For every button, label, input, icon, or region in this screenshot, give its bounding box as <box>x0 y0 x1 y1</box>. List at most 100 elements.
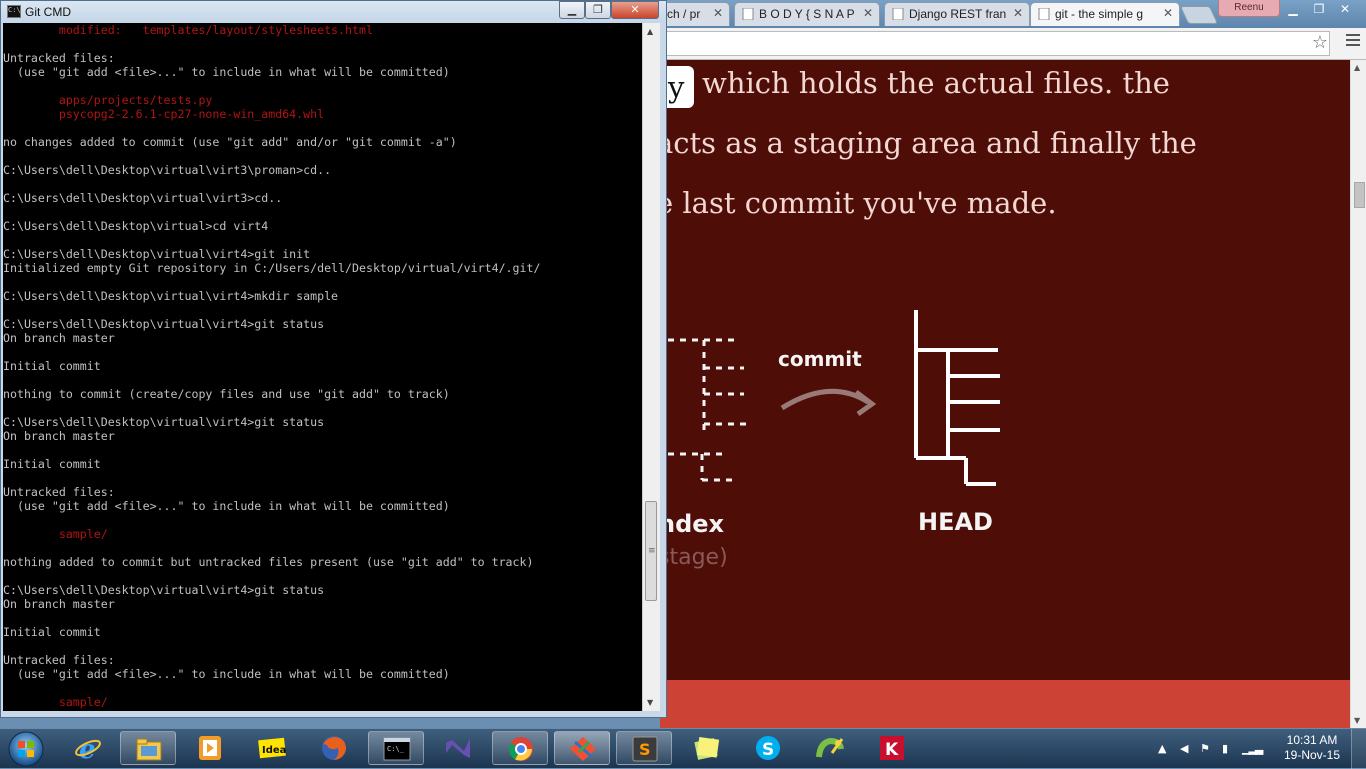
sticky-notes-icon <box>694 736 720 760</box>
tab-bodysnap[interactable]: B O D Y { S N A P ✕ <box>734 2 880 26</box>
console-output[interactable]: modified: templates/layout/stylesheets.h… <box>3 23 642 711</box>
maximize-button[interactable]: ❐ <box>585 1 611 19</box>
close-icon[interactable]: ✕ <box>1013 6 1023 20</box>
firefox-icon <box>322 736 346 760</box>
scroll-thumb[interactable]: ≡ <box>645 501 657 601</box>
taskbar-chrome[interactable] <box>492 731 548 765</box>
console-line: C:\Users\dell\Desktop\virtual\virt4>git … <box>3 415 325 429</box>
taskbar-git-gui[interactable] <box>554 731 610 765</box>
taskbar-firefox[interactable] <box>306 731 362 765</box>
idea-icon: Idea <box>258 737 286 759</box>
address-bar[interactable] <box>666 31 1330 56</box>
close-icon[interactable]: ✕ <box>1163 6 1173 20</box>
svg-text:e: e <box>79 735 96 761</box>
media-player-icon <box>199 736 221 760</box>
arrow-label: commit <box>778 347 862 371</box>
git-tree-diagram: commit ndex stage) HEAD <box>660 310 1000 570</box>
tab-git-simple-guide[interactable]: git - the simple g ✕ <box>1030 2 1180 26</box>
taskbar-python-idle[interactable] <box>802 731 858 765</box>
content-line-3: e last commit you've made. <box>660 186 1057 220</box>
maximize-button[interactable]: ❐ <box>1306 0 1332 18</box>
clock-date: 19-Nov-15 <box>1283 748 1341 762</box>
taskbar-sublime-text[interactable]: S <box>616 731 672 765</box>
console-line: (use "git add <file>..." to include in w… <box>3 499 450 513</box>
internet-explorer-icon: e <box>75 735 101 761</box>
system-tray: ▲ ◀ ⚑ ▮ ▁▂▃ 10:31 AM 19-Nov-15 <box>1150 729 1366 769</box>
console-line: Initial commit <box>3 359 101 373</box>
toolbar: ☆ <box>660 28 1366 60</box>
minimize-button[interactable]: ▁ <box>559 1 585 19</box>
page-icon <box>892 8 904 20</box>
power-icon[interactable]: ▮ <box>1222 742 1228 755</box>
taskbar-file-explorer[interactable] <box>120 731 176 765</box>
console-scrollbar[interactable]: ▲ ≡ ▼ <box>642 23 660 711</box>
scroll-thumb[interactable] <box>1354 182 1365 208</box>
console-line: C:\Users\dell\Desktop\virtual>cd virt4 <box>3 219 269 233</box>
console-line: nothing to commit (create/copy files and… <box>3 387 450 401</box>
scroll-down-icon[interactable]: ▼ <box>1354 716 1360 725</box>
taskbar-visual-studio[interactable] <box>430 731 486 765</box>
scroll-up-icon[interactable]: ▲ <box>647 27 653 36</box>
console-line: On branch master <box>3 331 115 345</box>
taskbar-command-prompt[interactable]: C:\_ <box>368 731 424 765</box>
clock[interactable]: 10:31 AM 19-Nov-15 <box>1276 733 1348 763</box>
taskbar-internet-explorer[interactable]: e <box>60 731 116 765</box>
head-label: HEAD <box>918 508 993 536</box>
taskbar-media-player[interactable] <box>182 731 238 765</box>
close-icon[interactable]: ✕ <box>863 6 873 20</box>
close-icon[interactable]: ✕ <box>713 6 723 20</box>
new-tab-button[interactable] <box>1179 6 1219 24</box>
window-title: Git CMD <box>25 5 71 19</box>
git-gui-icon <box>570 737 596 761</box>
console-line: C:\Users\dell\Desktop\virtual\virt4>git … <box>3 317 325 331</box>
title-bar[interactable]: C:\ Git CMD ▁ ❐ ✕ <box>1 1 666 23</box>
head-tree-graphic <box>914 310 1000 486</box>
network-signal-icon[interactable]: ▁▂▃ <box>1242 742 1263 755</box>
console-line: Initialized empty Git repository in C:/U… <box>3 261 541 275</box>
svg-text:S: S <box>762 740 774 760</box>
volume-icon[interactable]: ◀ <box>1180 742 1188 755</box>
console-line: (use "git add <file>..." to include in w… <box>3 65 450 79</box>
console-line: On branch master <box>3 597 115 611</box>
scroll-up-icon[interactable]: ▲ <box>1354 63 1360 72</box>
close-button[interactable]: ✕ <box>1332 0 1358 18</box>
profile-badge[interactable]: Reenu <box>1218 0 1280 17</box>
console-line: sample/ <box>3 527 108 541</box>
skype-icon: S <box>756 736 780 760</box>
bookmark-star-icon[interactable]: ☆ <box>1312 32 1328 53</box>
show-hidden-icons[interactable]: ▲ <box>1158 742 1166 755</box>
show-desktop-button[interactable] <box>1351 729 1366 769</box>
console-icon: C:\ <box>7 5 21 18</box>
svg-text:C:\_: C:\_ <box>387 745 405 753</box>
minimize-button[interactable]: ▁ <box>1280 0 1306 18</box>
start-button[interactable] <box>4 730 48 768</box>
taskbar-idea[interactable]: Idea <box>244 731 300 765</box>
tab-django-rest[interactable]: Django REST fran ✕ <box>884 2 1030 26</box>
taskbar-sticky-notes[interactable] <box>678 731 734 765</box>
console-line: psycopg2-2.6.1-cp27-none-win_amd64.whl <box>3 107 325 121</box>
page-scrollbar[interactable]: ▲ ▼ <box>1350 60 1366 728</box>
console-line: sample/ <box>3 695 108 709</box>
console-line: C:\Users\dell\Desktop\virtual\virt4>git … <box>3 247 311 261</box>
action-center-flag-icon[interactable]: ⚑ <box>1200 742 1210 755</box>
console-line: Initial commit <box>3 625 101 639</box>
content-line-2: acts as a staging area and finally the <box>660 126 1197 160</box>
chrome-menu-icon[interactable] <box>1346 34 1360 49</box>
taskbar: e Idea C:\_ S S K ▲ ◀ ⚑ ▮ ▁▂▃ 10:31 AM 1… <box>0 728 1366 769</box>
close-button[interactable]: ✕ <box>611 1 659 19</box>
taskbar-skype[interactable]: S <box>740 731 796 765</box>
taskbar-kaspersky[interactable]: K <box>864 731 920 765</box>
svg-text:K: K <box>885 740 899 760</box>
scroll-down-icon[interactable]: ▼ <box>647 698 653 707</box>
